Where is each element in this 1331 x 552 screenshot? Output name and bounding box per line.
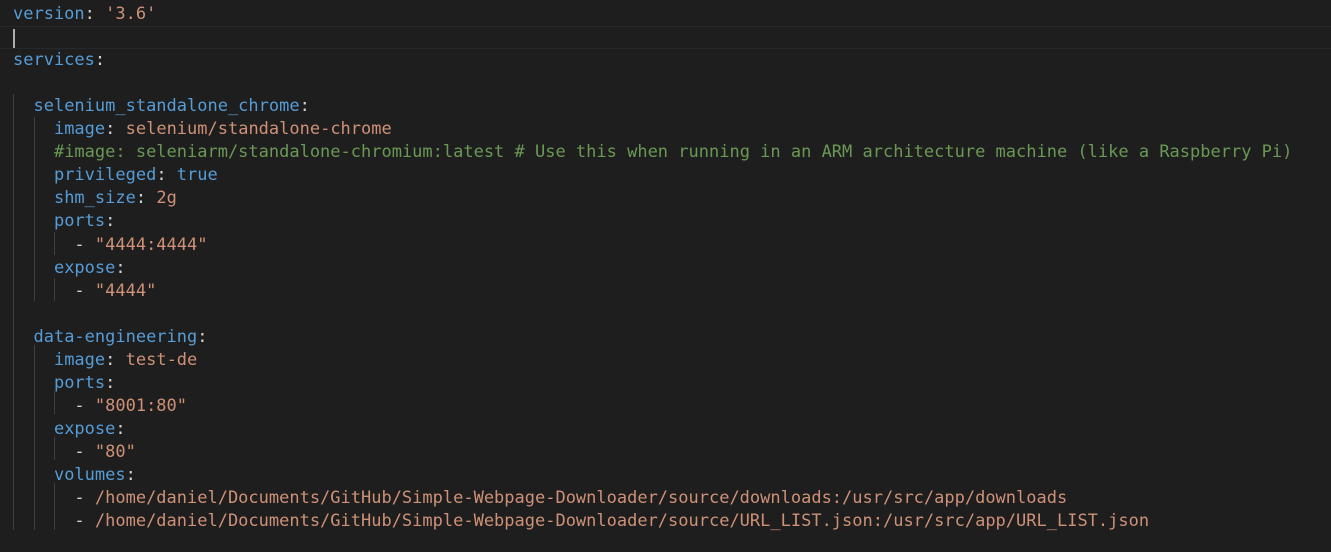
code-token-punct: :	[197, 326, 208, 347]
code-token-punct: :	[105, 349, 126, 370]
code-line[interactable]: services:	[0, 49, 1331, 72]
code-token-str: 2g	[156, 188, 177, 209]
code-line-content: - /home/daniel/Documents/GitHub/Simple-W…	[13, 510, 1149, 533]
code-line-content: #image: seleniarm/standalone-chromium:la…	[13, 141, 1292, 164]
code-token-punct: :	[105, 211, 116, 232]
code-line[interactable]: #image: seleniarm/standalone-chromium:la…	[0, 141, 1331, 164]
code-token-punct: :	[94, 50, 106, 71]
code-token-key: ports	[53, 211, 106, 232]
code-token-punct: :	[115, 418, 126, 439]
code-line[interactable]: - "8001:80"	[0, 395, 1331, 418]
code-line[interactable]: privileged: true	[0, 164, 1331, 187]
code-line-content: expose:	[13, 257, 126, 280]
indent-guide	[54, 483, 55, 530]
code-line-content: image: test-de	[13, 349, 197, 372]
code-line[interactable]: image: test-de	[0, 349, 1331, 372]
code-token-key: expose	[53, 418, 116, 439]
code-line-content: privileged: true	[13, 164, 218, 187]
code-line-content: version: '3.6'	[13, 3, 156, 26]
code-line-content: - "8001:80"	[13, 395, 187, 418]
text-cursor	[13, 29, 15, 48]
indent-guide	[54, 278, 55, 301]
code-line[interactable]: shm_size: 2g	[0, 187, 1331, 210]
code-line[interactable]: selenium_standalone_chrome:	[0, 95, 1331, 118]
code-token-punct: :	[105, 372, 116, 393]
code-line-content: shm_size: 2g	[13, 187, 177, 210]
code-line-content: - "4444:4444"	[13, 234, 207, 257]
code-line[interactable]: volumes:	[0, 464, 1331, 487]
code-line[interactable]: version: '3.6'	[0, 3, 1331, 26]
code-line[interactable]: expose:	[0, 418, 1331, 441]
indent-guide	[13, 94, 14, 530]
code-token-str: /home/daniel/Documents/GitHub/Simple-Web…	[94, 511, 1150, 532]
code-line[interactable]: ports:	[0, 210, 1331, 233]
code-token-punct: :	[156, 165, 177, 186]
code-token-key: ports	[53, 372, 106, 393]
code-line-content: image: selenium/standalone-chrome	[13, 118, 392, 141]
code-token-punct	[13, 327, 33, 347]
code-token-punct: :	[115, 257, 126, 278]
code-token-punct: :	[84, 4, 106, 24]
indent-guide	[54, 391, 55, 414]
code-token-key: data-engineering	[33, 326, 198, 347]
code-line[interactable]: image: selenium/standalone-chrome	[0, 118, 1331, 141]
code-token-key: selenium_standalone_chrome	[33, 96, 300, 117]
code-line[interactable]: - "4444"	[0, 280, 1331, 303]
code-token-punct: :	[299, 96, 310, 117]
code-token-key: privileged	[53, 165, 157, 186]
code-line-content: volumes:	[13, 464, 136, 487]
indent-guide	[34, 345, 35, 530]
code-line-content: ports:	[13, 210, 115, 233]
code-token-punct: :	[125, 465, 136, 485]
code-line[interactable]: - /home/daniel/Documents/GitHub/Simple-W…	[0, 487, 1331, 510]
code-line-content: data-engineering:	[13, 326, 208, 349]
code-token-punct	[13, 96, 33, 116]
code-token-punct: :	[135, 188, 157, 209]
code-line[interactable]	[0, 72, 1331, 95]
code-token-key: services	[13, 50, 95, 71]
code-line-content: - "80"	[13, 441, 136, 464]
code-token-punct: :	[105, 119, 126, 140]
code-token-key: volumes	[53, 465, 126, 485]
code-line-content: services:	[13, 49, 105, 72]
code-line[interactable]	[0, 303, 1331, 326]
code-token-key: shm_size	[53, 188, 136, 209]
code-token-key: expose	[53, 257, 116, 278]
code-line[interactable]: - "80"	[0, 441, 1331, 464]
code-token-key: image	[53, 349, 106, 370]
indent-guide	[34, 117, 35, 301]
indent-guide	[54, 437, 55, 460]
code-token-key: version	[13, 4, 85, 24]
code-token-comment: #image: seleniarm/standalone-chromium:la…	[53, 142, 1293, 163]
code-line-current[interactable]	[0, 26, 1331, 50]
code-token-str: test-de	[125, 349, 198, 370]
code-line[interactable]: - "4444:4444"	[0, 234, 1331, 257]
code-line[interactable]: expose:	[0, 257, 1331, 280]
code-line[interactable]: ports:	[0, 372, 1331, 395]
code-line-content: expose:	[13, 418, 126, 441]
code-line-content: selenium_standalone_chrome:	[13, 95, 310, 118]
code-token-str: '3.6'	[105, 4, 157, 24]
code-line-content: ports:	[13, 372, 115, 395]
code-token-str: "4444:4444"	[94, 234, 208, 255]
code-token-str: selenium/standalone-chrome	[125, 119, 392, 140]
code-line[interactable]: data-engineering:	[0, 326, 1331, 349]
code-token-key: image	[53, 119, 106, 140]
code-token-str: "8001:80"	[94, 395, 188, 416]
code-token-bool: true	[176, 165, 218, 186]
code-line-content: - /home/daniel/Documents/GitHub/Simple-W…	[13, 487, 1067, 510]
code-token-str: /home/daniel/Documents/GitHub/Simple-Web…	[94, 488, 1068, 509]
code-token-str: "80"	[94, 441, 136, 462]
code-line[interactable]: - /home/daniel/Documents/GitHub/Simple-W…	[0, 510, 1331, 533]
indent-guide	[54, 232, 55, 255]
code-token-str: "4444"	[94, 280, 157, 301]
code-editor[interactable]: version: '3.6' services: selenium_standal…	[0, 0, 1331, 552]
